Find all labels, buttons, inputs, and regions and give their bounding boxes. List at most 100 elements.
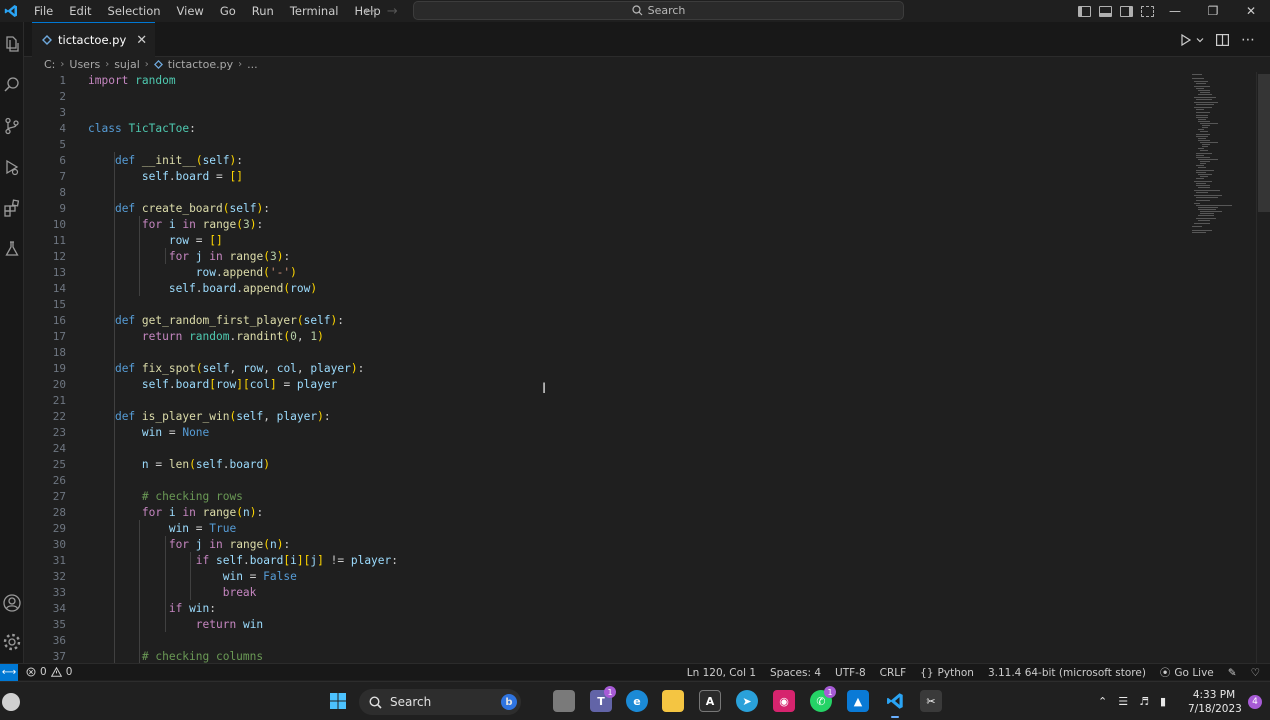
code-line: 18 [24, 344, 1184, 360]
python-interpreter[interactable]: 3.11.4 64-bit (microsoft store) [988, 667, 1146, 679]
code-line: 27 # checking rows [24, 488, 1184, 504]
snipping-tool-icon[interactable]: ✂ [920, 690, 942, 712]
scrollbar-thumb[interactable] [1258, 74, 1270, 212]
command-center-search[interactable]: Search [413, 1, 904, 20]
code-line: 3 [24, 104, 1184, 120]
affinity-app-icon[interactable]: A [699, 690, 721, 712]
telegram-icon[interactable]: ➤ [736, 690, 758, 712]
store-app-icon[interactable]: ▲ [847, 690, 869, 712]
end-of-line[interactable]: CRLF [880, 667, 907, 679]
forward-arrow-icon[interactable]: → [387, 4, 398, 19]
close-icon[interactable]: ✕ [136, 33, 147, 48]
menu-run[interactable]: Run [244, 0, 282, 22]
accounts-icon[interactable] [0, 587, 24, 619]
notifications-bell-icon[interactable]: ♡ [1251, 667, 1260, 679]
line-number: 9 [59, 201, 66, 215]
customize-layout-icon[interactable] [1141, 5, 1154, 17]
breadcrumb-user[interactable]: sujal [114, 58, 140, 71]
explorer-icon[interactable] [0, 28, 24, 60]
code-text: n = len(self.board) [141, 457, 270, 471]
weather-widget-icon[interactable] [2, 693, 20, 711]
breadcrumb-file[interactable]: tictactoe.py [168, 58, 233, 71]
search-label: Search [647, 4, 686, 17]
taskbar-search[interactable]: Search b [359, 689, 521, 715]
back-arrow-icon[interactable]: ← [364, 4, 375, 19]
file-encoding[interactable]: UTF-8 [835, 667, 866, 679]
indentation[interactable]: Spaces: 4 [770, 667, 821, 679]
braces-icon: {} [920, 666, 934, 679]
code-line: 37 # checking columns [24, 648, 1184, 663]
split-editor-icon[interactable] [1216, 33, 1229, 46]
extensions-icon[interactable] [0, 192, 24, 224]
edge-browser-icon[interactable]: e [626, 690, 648, 712]
windows-start-icon[interactable] [327, 690, 349, 712]
breadcrumb-users[interactable]: Users [69, 58, 100, 71]
run-and-debug-icon[interactable] [0, 151, 24, 183]
remote-window-icon[interactable]: ⟷ [0, 663, 18, 681]
line-number: 3 [59, 105, 66, 119]
feedback-icon[interactable]: ✎ [1228, 667, 1237, 679]
line-number: 13 [52, 265, 66, 279]
problems-indicator[interactable]: 0 0 [26, 666, 72, 678]
line-number: 35 [52, 617, 66, 631]
menu-edit[interactable]: Edit [61, 0, 99, 22]
instagram-icon[interactable]: ◉ [773, 690, 795, 712]
code-text: for j in range(n): [168, 537, 291, 551]
minimize-icon[interactable]: — [1156, 0, 1194, 22]
search-sidebar-icon[interactable] [0, 69, 24, 101]
whatsapp-icon[interactable]: ✆ 1 [810, 686, 836, 712]
language-mode[interactable]: {} Python [920, 667, 974, 679]
line-number: 14 [52, 281, 66, 295]
code-text: win = True [168, 521, 237, 535]
line-number: 33 [52, 585, 66, 599]
cursor-position[interactable]: Ln 120, Col 1 [687, 667, 756, 679]
code-line: 30 for j in range(n): [24, 536, 1184, 552]
file-explorer-icon[interactable] [662, 690, 684, 712]
more-actions-icon[interactable]: ⋯ [1241, 32, 1256, 48]
task-view-icon[interactable] [553, 690, 575, 712]
line-number: 28 [52, 505, 66, 519]
go-live-button[interactable]: ⦿ Go Live [1160, 665, 1214, 680]
notification-count-badge[interactable]: 4 [1248, 695, 1262, 709]
code-text: for i in range(n): [141, 505, 264, 519]
menu-terminal[interactable]: Terminal [282, 0, 347, 22]
restore-icon[interactable]: ❐ [1194, 0, 1232, 22]
volume-icon[interactable]: ♬ [1139, 695, 1149, 708]
menu-selection[interactable]: Selection [100, 0, 169, 22]
toggle-panel-icon[interactable] [1099, 5, 1112, 17]
line-number: 37 [52, 649, 66, 663]
battery-icon[interactable]: ▮ [1160, 695, 1166, 708]
run-python-file-icon[interactable] [1180, 33, 1192, 46]
chevron-down-icon[interactable] [1196, 36, 1204, 44]
menu-file[interactable]: File [26, 0, 61, 22]
minimap[interactable] [1190, 72, 1250, 272]
warning-count: 0 [65, 666, 73, 678]
line-number: 7 [59, 169, 66, 183]
breadcrumb-more[interactable]: ... [247, 58, 258, 71]
manage-gear-icon[interactable] [0, 626, 24, 658]
code-editor[interactable]: 1 import random 2 3 4 class TicTacToe: 5 6… [24, 72, 1270, 663]
chevron-up-icon[interactable]: ⌃ [1098, 695, 1107, 708]
source-control-icon[interactable] [0, 110, 24, 142]
wifi-icon[interactable]: ☰ [1118, 695, 1128, 708]
testing-flask-icon[interactable] [0, 233, 24, 265]
code-text: row = [] [168, 233, 223, 247]
code-line: 17 return random.randint(0, 1) [24, 328, 1184, 344]
close-window-icon[interactable]: ✕ [1232, 0, 1270, 22]
line-number: 19 [52, 361, 66, 375]
vertical-scrollbar[interactable] [1256, 72, 1270, 663]
taskbar-clock[interactable]: 4:33 PM 7/18/2023 [1188, 688, 1242, 716]
breadcrumb-drive[interactable]: C: [44, 58, 55, 71]
tab-tictactoe-py[interactable]: tictactoe.py ✕ [32, 22, 156, 57]
toggle-secondary-sidebar-icon[interactable] [1120, 5, 1133, 17]
code-line: 34 if win: [24, 600, 1184, 616]
broadcast-icon: ⦿ [1159, 667, 1171, 679]
teams-chat-icon[interactable]: T1 [590, 686, 616, 712]
line-number: 25 [52, 457, 66, 471]
vscode-taskbar-icon[interactable] [884, 690, 906, 718]
toggle-primary-sidebar-icon[interactable] [1078, 5, 1091, 17]
code-line: 10 for i in range(3): [24, 216, 1184, 232]
menu-view[interactable]: View [169, 0, 212, 22]
clock-time: 4:33 PM [1192, 689, 1236, 701]
menu-go[interactable]: Go [212, 0, 244, 22]
